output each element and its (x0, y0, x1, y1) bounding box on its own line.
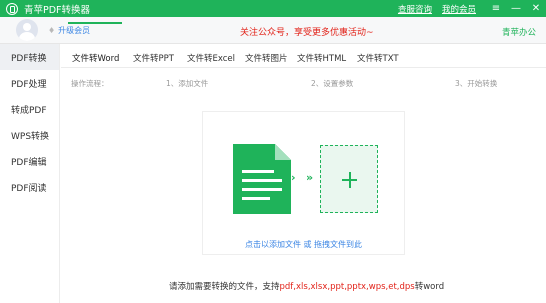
sidebar-item-wps-convert[interactable]: WPS转换 (0, 122, 59, 148)
my-membership-link[interactable]: 我的会员 (442, 3, 476, 15)
tab-to-image[interactable]: 文件转图片 (245, 52, 288, 64)
promo-banner[interactable]: 关注公众号，享受更多优惠活动~ (240, 25, 374, 38)
drop-zone-hint[interactable]: 点击以添加文件 或 拖拽文件到此 (203, 239, 404, 250)
add-file-target[interactable] (320, 145, 378, 213)
sidebar-item-pdf-read[interactable]: PDF阅读 (0, 174, 59, 200)
tab-to-excel[interactable]: 文件转Excel (187, 52, 235, 64)
double-arrow-right-icon: » (306, 171, 314, 184)
title-bar-actions: 查服咨询 我的会员 ≡ — ✕ (398, 0, 546, 17)
vip-diamond-icon: ♦ (48, 25, 56, 35)
sidebar-item-pdf-edit[interactable]: PDF编辑 (0, 148, 59, 174)
tab-to-ppt[interactable]: 文件转PPT (133, 52, 174, 64)
app-logo-icon (6, 2, 18, 15)
tab-to-word[interactable]: 文件转Word (72, 52, 119, 64)
document-icon (233, 144, 291, 214)
close-icon[interactable]: ✕ (526, 0, 546, 17)
brand-label: 青苹办公 (501, 28, 536, 38)
file-drop-zone[interactable]: › » 点击以添加文件 或 拖拽文件到此 (202, 111, 405, 255)
note-suffix: 转word (414, 282, 445, 292)
title-bar: 青苹PDF转换器 查服咨询 我的会员 ≡ — ✕ (0, 0, 546, 17)
note-prefix: 请添加需要转换的文件，支持 (169, 282, 280, 292)
step-add-file: 1、添加文件 (166, 79, 209, 88)
step-set-params: 2、设置参数 (311, 79, 354, 88)
minimize-icon[interactable]: — (506, 0, 526, 17)
arrow-right-icon: › (291, 171, 296, 184)
process-title: 操作流程： (71, 79, 109, 88)
avatar[interactable] (16, 19, 38, 41)
sidebar-item-pdf-process[interactable]: PDF处理 (0, 70, 59, 96)
app-title: 青苹PDF转换器 (24, 4, 91, 16)
tab-to-html[interactable]: 文件转HTML (297, 52, 346, 64)
service-consult-link[interactable]: 查服咨询 (398, 3, 432, 15)
supported-formats-note: 请添加需要转换的文件，支持pdf,xls,xlsx,ppt,pptx,wps,e… (0, 280, 546, 292)
tab-to-txt[interactable]: 文件转TXT (357, 52, 399, 64)
sidebar-item-to-pdf[interactable]: 转成PDF (0, 96, 59, 122)
conversion-tabs: 文件转Word 文件转PPT 文件转Excel 文件转图片 文件转HTML 文件… (61, 44, 546, 68)
menu-icon[interactable]: ≡ (486, 0, 506, 17)
active-tab-indicator (68, 22, 122, 24)
upgrade-membership-link[interactable]: 升级会员 (58, 25, 90, 36)
sidebar: PDF转换 PDF处理 转成PDF WPS转换 PDF编辑 PDF阅读 (0, 44, 60, 303)
sidebar-item-pdf-convert[interactable]: PDF转换 (0, 44, 59, 70)
note-formats: pdf,xls,xlsx,ppt,pptx,wps,et,dps (279, 282, 415, 292)
step-start-convert: 3、开始转换 (455, 79, 498, 88)
